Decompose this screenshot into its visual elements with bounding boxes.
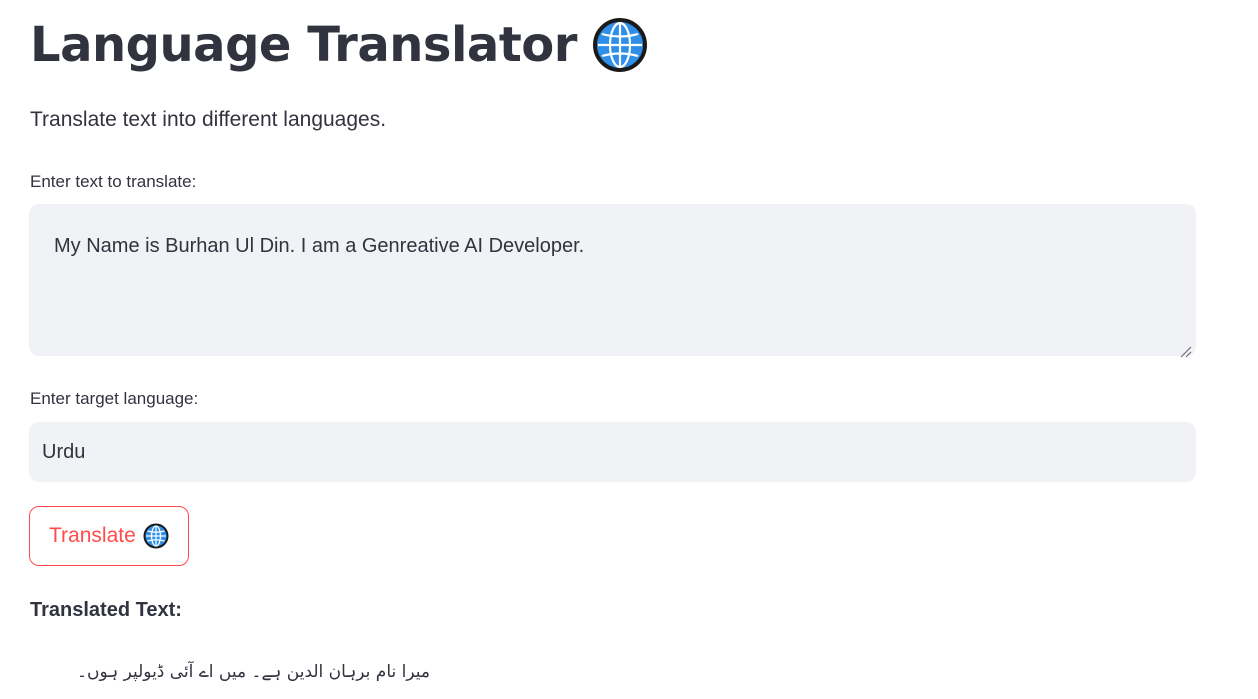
translate-button-label: Translate [49, 524, 136, 547]
page-subtitle: Translate text into different languages. [30, 108, 387, 131]
translated-text-heading: Translated Text: [30, 599, 182, 621]
translate-button[interactable]: Translate [29, 506, 189, 566]
globe-icon [143, 523, 169, 549]
translated-text-output: میرا نام برہان الدین ہے۔ میں اے آئی ڈیول… [77, 662, 430, 682]
target-language-label: Enter target language: [30, 389, 199, 408]
text-to-translate-textarea[interactable]: My Name is Burhan Ul Din. I am a Genreat… [29, 204, 1196, 358]
textarea-value: My Name is Burhan Ul Din. I am a Genreat… [54, 235, 585, 257]
resize-handle-icon[interactable] [1178, 338, 1192, 358]
app-page: Language Translator Translate text into … [0, 0, 1258, 699]
page-title: Language Translator [30, 17, 577, 73]
title-row: Language Translator [30, 12, 647, 78]
text-input-label: Enter text to translate: [30, 172, 197, 191]
globe-icon [592, 18, 647, 72]
target-language-input[interactable]: Urdu [29, 422, 1196, 482]
target-language-value: Urdu [42, 441, 86, 463]
